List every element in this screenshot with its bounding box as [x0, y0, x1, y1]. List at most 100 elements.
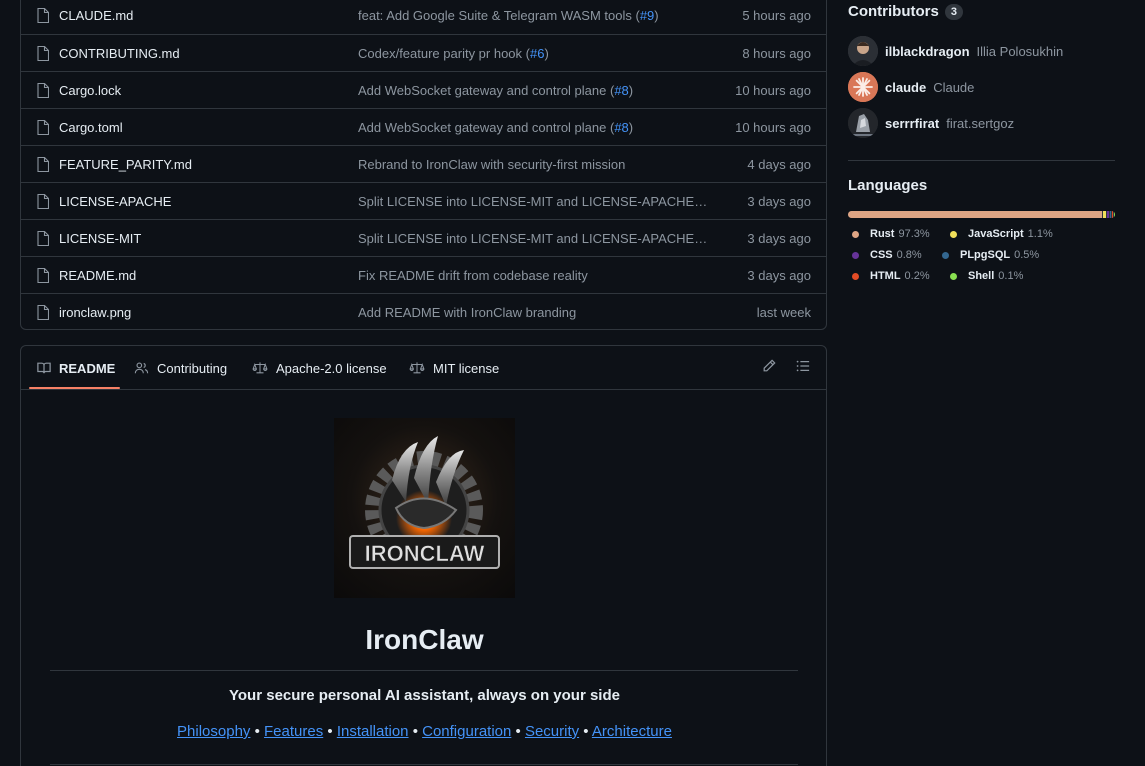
contributor-item[interactable]: claude Claude: [848, 72, 974, 102]
language-color-dot: [942, 251, 949, 259]
contributors-heading[interactable]: Contributors 3: [848, 3, 963, 20]
file-row[interactable]: ironclaw.png Add README with IronClaw br…: [21, 293, 826, 329]
language-item[interactable]: Rust 97.3%: [852, 228, 930, 240]
link-installation[interactable]: Installation: [337, 723, 409, 740]
link-configuration[interactable]: Configuration: [422, 723, 511, 740]
avatar: [848, 72, 878, 102]
language-bar-segment: [848, 211, 1102, 218]
commit-time: 3 days ago: [747, 267, 811, 283]
commit-message[interactable]: Split LICENSE into LICENSE-MIT and LICEN…: [358, 194, 708, 209]
languages-heading: Languages: [848, 177, 927, 194]
link-separator: •: [408, 723, 423, 740]
language-name: HTML: [870, 270, 901, 282]
file-name[interactable]: LICENSE-MIT: [59, 231, 141, 246]
link-separator: •: [323, 723, 337, 740]
file-icon: [37, 267, 49, 283]
commit-time: 4 days ago: [747, 156, 811, 172]
language-color-dot: [852, 230, 859, 238]
readme-tagline: Your secure personal AI assistant, alway…: [229, 687, 620, 704]
commit-time: 5 hours ago: [742, 8, 811, 23]
commit-message[interactable]: Split LICENSE into LICENSE-MIT and LICEN…: [358, 231, 708, 246]
file-name[interactable]: Cargo.toml: [59, 120, 123, 135]
language-item[interactable]: HTML 0.2%: [852, 270, 930, 282]
language-name: Shell: [968, 270, 995, 282]
language-percent: 97.3%: [898, 228, 930, 240]
language-color-dot: [852, 272, 859, 280]
divider: [848, 160, 1115, 161]
file-name[interactable]: README.md: [59, 268, 136, 283]
link-security[interactable]: Security: [525, 723, 579, 740]
file-row[interactable]: LICENSE-MIT Split LICENSE into LICENSE-M…: [21, 219, 826, 256]
commit-time: 10 hours ago: [735, 82, 811, 98]
link-architecture[interactable]: Architecture: [592, 723, 672, 740]
commit-message[interactable]: Add README with IronClaw branding: [358, 305, 708, 320]
commit-message[interactable]: Rebrand to IronClaw with security-first …: [358, 157, 708, 172]
link-philosophy[interactable]: Philosophy: [177, 723, 250, 740]
commit-time: 10 hours ago: [735, 119, 811, 135]
file-row[interactable]: CONTRIBUTING.md Codex/feature parity pr …: [21, 34, 826, 71]
file-row[interactable]: LICENSE-APACHE Split LICENSE into LICENS…: [21, 182, 826, 219]
tab-apache-license[interactable]: Apache-2.0 license: [252, 346, 387, 390]
readme-panel: README Contributing Apache-2.0 license M…: [20, 345, 827, 766]
contributor-name: Claude: [933, 79, 975, 95]
link-separator: •: [250, 723, 265, 740]
language-percent: 0.2%: [904, 270, 930, 282]
languages-title: Languages: [848, 177, 928, 194]
commit-message[interactable]: Add WebSocket gateway and control plane …: [358, 83, 708, 98]
commit-time: 3 days ago: [747, 193, 811, 209]
contributor-login: serrrfirat: [885, 115, 940, 131]
list-icon[interactable]: [796, 359, 810, 373]
language-item[interactable]: CSS 0.8%: [852, 249, 922, 261]
file-row[interactable]: Cargo.lock Add WebSocket gateway and con…: [21, 71, 826, 108]
tab-readme[interactable]: README: [37, 346, 115, 390]
file-icon: [37, 82, 49, 98]
readme-title: IronClaw: [365, 624, 484, 655]
file-name[interactable]: Cargo.lock: [59, 83, 121, 98]
file-icon: [37, 119, 49, 135]
pencil-icon[interactable]: [762, 359, 776, 373]
languages-bar: [848, 211, 1115, 218]
file-name[interactable]: CONTRIBUTING.md: [59, 46, 180, 61]
language-name: PLpgSQL: [960, 249, 1011, 261]
language-name: Rust: [870, 228, 895, 240]
language-bar-segment: [1106, 211, 1109, 218]
tab-mit-license[interactable]: MIT license: [409, 346, 499, 390]
language-item[interactable]: Shell 0.1%: [950, 270, 1023, 282]
commit-time: last week: [756, 304, 811, 320]
file-icon: [37, 230, 49, 246]
file-row[interactable]: FEATURE_PARITY.md Rebrand to IronClaw wi…: [21, 145, 826, 182]
file-row[interactable]: Cargo.toml Add WebSocket gateway and con…: [21, 108, 826, 145]
divider: [50, 764, 798, 765]
divider: [50, 670, 798, 671]
language-color-dot: [852, 251, 859, 259]
language-color-dot: [950, 230, 957, 238]
commit-time: 3 days ago: [747, 230, 811, 246]
contributor-login: ilblackdragon: [885, 43, 970, 59]
file-row[interactable]: README.md Fix README drift from codebase…: [21, 256, 826, 293]
language-bar-segment: [1109, 211, 1112, 218]
file-table: CLAUDE.md feat: Add Google Suite & Teleg…: [20, 0, 827, 330]
link-separator: •: [579, 723, 592, 740]
language-item[interactable]: PLpgSQL 0.5%: [942, 249, 1039, 261]
file-name[interactable]: FEATURE_PARITY.md: [59, 157, 192, 172]
contributor-item[interactable]: serrrfirat firat.sertgoz: [848, 108, 1014, 138]
file-icon: [37, 45, 49, 61]
tab-label: Apache-2.0 license: [276, 360, 387, 376]
commit-message[interactable]: Codex/feature parity pr hook (#6): [358, 46, 708, 61]
link-features[interactable]: Features: [264, 723, 323, 740]
file-icon: [37, 8, 49, 23]
tab-contributing[interactable]: Contributing: [134, 346, 227, 390]
commit-message[interactable]: Add WebSocket gateway and control plane …: [358, 120, 708, 135]
commit-message[interactable]: Fix README drift from codebase reality: [358, 268, 708, 283]
file-name[interactable]: ironclaw.png: [59, 305, 131, 320]
commit-message[interactable]: feat: Add Google Suite & Telegram WASM t…: [358, 8, 708, 23]
link-separator: •: [511, 723, 525, 740]
language-item[interactable]: JavaScript 1.1%: [950, 228, 1053, 240]
readme-tab-bar: README Contributing Apache-2.0 license M…: [21, 346, 826, 390]
file-row[interactable]: CLAUDE.md feat: Add Google Suite & Teleg…: [21, 0, 826, 34]
contributor-item[interactable]: ilblackdragon Illia Polosukhin: [848, 36, 1063, 66]
file-name[interactable]: LICENSE-APACHE: [59, 194, 171, 209]
file-name[interactable]: CLAUDE.md: [59, 8, 133, 23]
language-bar-segment: [1112, 211, 1113, 218]
law-icon: [252, 362, 268, 374]
